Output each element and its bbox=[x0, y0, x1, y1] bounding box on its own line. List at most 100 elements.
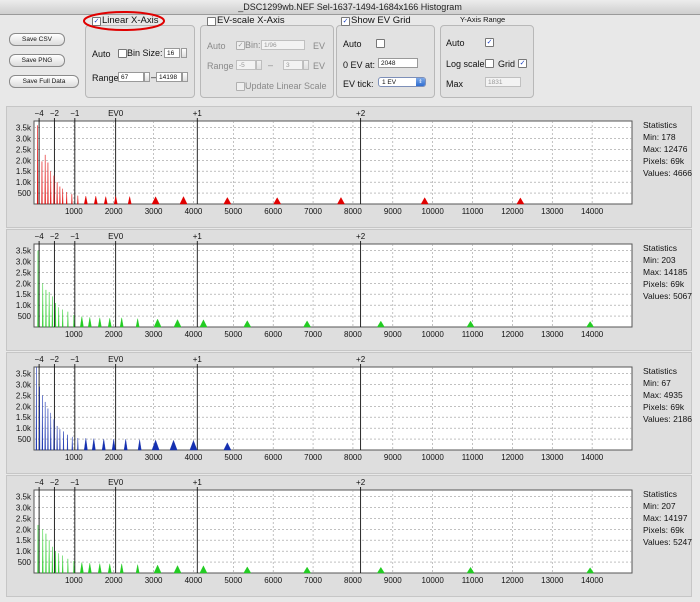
ev-tick-select[interactable]: 1 EV ⇕ bbox=[378, 77, 426, 87]
x-tick-label: 10000 bbox=[422, 330, 445, 339]
x-tick-label: 1000 bbox=[65, 576, 83, 585]
bin-size-checkbox[interactable] bbox=[118, 49, 127, 58]
y-tick-label: 500 bbox=[18, 558, 32, 567]
stats-min: Min: 207 bbox=[643, 501, 676, 511]
stats-pixels: Pixels: 69k bbox=[643, 156, 685, 166]
y-tick-label: 500 bbox=[18, 189, 32, 198]
bin-size-stepper[interactable] bbox=[181, 48, 187, 58]
x-tick-label: 1000 bbox=[65, 207, 83, 216]
y-grid-checkbox[interactable]: ✓ bbox=[518, 59, 527, 68]
x-tick-label: 6000 bbox=[264, 576, 282, 585]
x-tick-label: 10000 bbox=[422, 207, 445, 216]
y-tick-label: 2.0k bbox=[16, 402, 32, 411]
update-linear-checkbox[interactable] bbox=[236, 82, 245, 91]
stats-pixels: Pixels: 69k bbox=[643, 279, 685, 289]
x-tick-label: 10000 bbox=[422, 576, 445, 585]
x-tick-label: 4000 bbox=[185, 207, 203, 216]
y-tick-label: 1.5k bbox=[16, 413, 32, 422]
zero-ev-field[interactable]: 2048 bbox=[378, 58, 418, 68]
ev-range-max-field[interactable]: 3 bbox=[283, 60, 303, 70]
ev-range-min-field[interactable]: -5 bbox=[236, 60, 256, 70]
y-auto-label: Auto bbox=[446, 38, 465, 48]
ev-tick-label: −4 bbox=[35, 355, 45, 364]
stats-heading: Statistics bbox=[643, 366, 678, 376]
show-ev-grid-checkbox[interactable]: ✓ bbox=[341, 17, 350, 26]
select-arrows-icon: ⇕ bbox=[416, 78, 425, 86]
ev-tick-label: −4 bbox=[35, 232, 45, 241]
ev-scale-label: EV-scale X-Axis bbox=[217, 15, 285, 26]
y-grid-label: Grid bbox=[498, 59, 516, 69]
y-tick-label: 2.5k bbox=[16, 145, 32, 154]
highlight-ellipse bbox=[83, 11, 165, 31]
y-max-field[interactable]: 1831 bbox=[485, 77, 521, 87]
stats-max: Max: 4935 bbox=[643, 390, 683, 400]
bin-size-field[interactable]: 16 bbox=[164, 48, 180, 58]
plot-area bbox=[33, 489, 633, 574]
range-label: Range: bbox=[92, 73, 122, 83]
ev-range-min-stepper[interactable] bbox=[256, 60, 262, 70]
x-tick-label: 14000 bbox=[581, 576, 604, 585]
range-max-field[interactable]: 14198 bbox=[156, 72, 182, 82]
ev-bin-checkbox[interactable]: ✓ bbox=[236, 41, 245, 50]
ev-tick-label: EV tick: bbox=[343, 79, 374, 89]
x-tick-label: 1000 bbox=[65, 330, 83, 339]
x-tick-label: 11000 bbox=[462, 207, 484, 216]
x-tick-label: 7000 bbox=[304, 576, 322, 585]
y-tick-label: 500 bbox=[18, 435, 32, 444]
save-png-button[interactable]: Save PNG bbox=[9, 54, 65, 67]
x-tick-label: 9000 bbox=[384, 330, 402, 339]
plot-area bbox=[33, 120, 633, 205]
x-tick-label: 3000 bbox=[145, 207, 163, 216]
stats-max: Max: 14197 bbox=[643, 513, 688, 523]
plot-area bbox=[33, 243, 633, 328]
range-min-stepper[interactable] bbox=[144, 72, 150, 82]
ev-tick-label: −2 bbox=[50, 232, 60, 241]
range-max-stepper[interactable] bbox=[182, 72, 188, 82]
ev-tick-label: −4 bbox=[35, 478, 45, 487]
x-tick-label: 7000 bbox=[304, 453, 322, 462]
save-full-data-button[interactable]: Save Full Data bbox=[9, 75, 79, 88]
ev-range-max-stepper[interactable] bbox=[303, 60, 309, 70]
grid-auto-label: Auto bbox=[343, 39, 362, 49]
save-csv-button[interactable]: Save CSV bbox=[9, 33, 65, 46]
histogram-panel-green-1: 3.5k 3.0k 2.5k 2.0k 1.5k 1.0k 500 1000 2000 3000 4… bbox=[6, 229, 692, 351]
y-tick-label: 3.5k bbox=[16, 247, 32, 256]
y-auto-checkbox[interactable]: ✓ bbox=[485, 38, 494, 47]
ev-range-label: Range bbox=[207, 61, 234, 71]
zero-ev-label: 0 EV at: bbox=[343, 60, 376, 70]
x-tick-label: 10000 bbox=[422, 453, 445, 462]
range-min-field[interactable]: 67 bbox=[118, 72, 144, 82]
x-tick-label: 12000 bbox=[501, 207, 524, 216]
plot-area bbox=[33, 366, 633, 451]
ev-bin-field[interactable]: 1/96 bbox=[261, 40, 305, 50]
histogram-panel-red: 3.5k 3.0k 2.5k 2.0k 1.5k 1.0k 500 1000 2000 3000 4… bbox=[6, 106, 692, 228]
x-tick-label: 13000 bbox=[541, 453, 564, 462]
x-tick-label: 14000 bbox=[581, 207, 604, 216]
ev-tick-label: EV0 bbox=[108, 355, 124, 364]
ev-scale-checkbox[interactable] bbox=[207, 17, 216, 26]
stats-heading: Statistics bbox=[643, 243, 678, 253]
grid-auto-checkbox[interactable] bbox=[376, 39, 385, 48]
stats-pixels: Pixels: 69k bbox=[643, 402, 685, 412]
stats-max: Max: 14185 bbox=[643, 267, 688, 277]
histogram-chart-blue: 3.5k3.0k 2.5k 2.0k 1.5k 1.0k 500 1000 2000 3000 4… bbox=[16, 355, 633, 462]
x-tick-label: 9000 bbox=[384, 453, 402, 462]
ev-tick-label: −2 bbox=[50, 109, 60, 118]
x-tick-label: 12000 bbox=[501, 453, 524, 462]
stats-green-1: Statistics Min: 203 Max: 14185 Pixels: 6… bbox=[643, 242, 692, 302]
x-tick-label: 11000 bbox=[462, 576, 484, 585]
bin-size-label: Bin Size: bbox=[127, 48, 163, 58]
ev-tick-label: +1 bbox=[193, 355, 203, 364]
y-tick-label: 1.0k bbox=[16, 547, 32, 556]
log-scale-checkbox[interactable] bbox=[485, 59, 494, 68]
ev-tick-label: +1 bbox=[193, 478, 203, 487]
x-tick-label: 3000 bbox=[145, 453, 163, 462]
stats-red: Statistics Min: 178 Max: 12476 Pixels: 6… bbox=[643, 119, 692, 179]
x-tick-label: 6000 bbox=[264, 453, 282, 462]
stats-values: Values: 4666 bbox=[643, 168, 693, 178]
x-tick-label: 8000 bbox=[344, 207, 362, 216]
stats-max: Max: 12476 bbox=[643, 144, 688, 154]
ev-tick-label: +2 bbox=[356, 232, 366, 241]
x-tick-label: 2000 bbox=[105, 453, 123, 462]
x-tick-label: 14000 bbox=[581, 453, 604, 462]
